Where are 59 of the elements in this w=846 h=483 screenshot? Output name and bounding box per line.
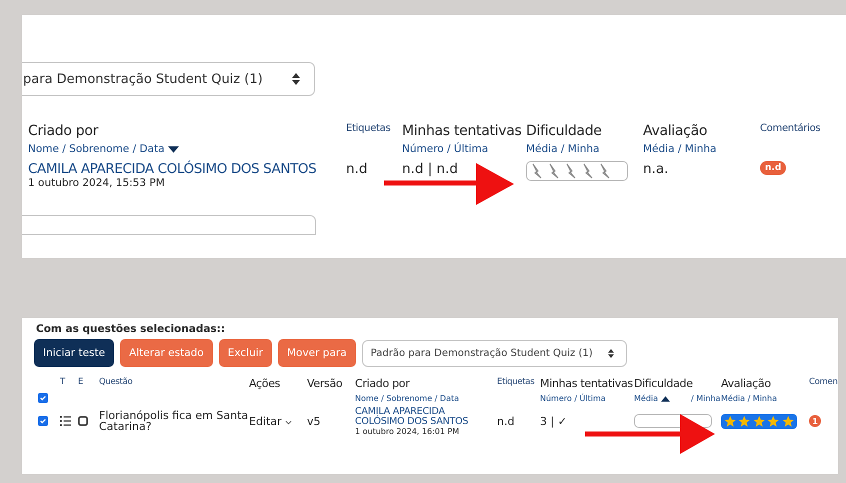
version-value: v5 [307,416,322,428]
column-subheader[interactable]: Nome / Sobrenome / Data [28,143,346,155]
column-header[interactable]: Ações [249,377,307,390]
column-header[interactable]: E [78,377,99,387]
column-header[interactable]: Questão [99,377,249,387]
attempts-value: n.d | n.d [402,161,459,177]
select-all-checkbox[interactable] [38,393,48,403]
question-text: Florianópolis fica em Santa Catarina? [99,410,249,434]
creator-name-link[interactable]: CAMILA APARECIDA COLÓSIMO DOS SANTOS [355,407,497,427]
star-icon [752,414,766,428]
column-header[interactable]: Comen [809,377,838,387]
section-heading: Com as questões selecionadas:: [36,323,226,335]
square-icon [78,416,88,426]
created-date: 1 outubro 2024, 15:53 PM [28,177,166,189]
lightning-icon [530,163,544,179]
star-icon [724,414,736,428]
lightning-icon [581,163,595,179]
tags-value: n.d [346,161,368,177]
column-header[interactable]: Etiquetas [497,377,540,387]
lightning-icon [547,163,561,179]
column-subheader[interactable]: Média / Minha [721,394,809,403]
row-checkbox[interactable] [38,416,48,426]
column-header[interactable]: Criado por [28,123,346,139]
column-header[interactable]: Avaliação [643,123,760,139]
updown-icon [292,73,300,85]
lightning-icon [564,163,578,179]
column-subheader[interactable]: Média / Minha [526,143,643,155]
select-field[interactable] [22,215,316,235]
creator-name-link[interactable]: CAMILA APARECIDA COLÓSIMO DOS SANTOS [28,161,346,177]
tags-value: n.d [497,416,516,428]
column-subheader[interactable]: Nome / Sobrenome / Data [355,394,497,403]
star-icon [738,414,751,428]
rating-value: n.a. [643,161,670,177]
column-header[interactable]: Minhas tentativas [540,377,634,390]
column-subheader[interactable]: Número / Última [540,394,634,403]
edit-menu[interactable]: Editar [249,416,307,428]
column-subheader[interactable]: Média / Minha [634,394,721,403]
caret-icon [285,420,292,425]
star-icon [767,414,780,428]
column-header[interactable]: Versão [307,377,355,390]
column-subheader[interactable]: Número / Última [402,143,526,155]
action-button[interactable]: Iniciar teste [34,339,114,367]
column-header[interactable]: Criado por [355,377,497,390]
column-header[interactable]: Avaliação [721,377,809,390]
select-field[interactable]: Padrão para Demonstração Student Quiz (1) [362,340,627,366]
list-icon [60,416,71,426]
select-field[interactable]: para Demonstração Student Quiz (1) [22,62,315,96]
column-header[interactable]: Minhas tentativas [402,123,526,139]
column-header[interactable]: Etiquetas [346,123,402,134]
column-header[interactable]: T [60,377,78,387]
column-header[interactable]: Comentários [760,123,840,134]
column-subheader[interactable]: Média / Minha [643,143,760,155]
created-date: 1 outubro 2024, 16:01 PM [355,426,460,436]
column-header[interactable]: Dificuldade [634,377,721,390]
attempts-value: 3 | ✓ [540,416,568,428]
column-header[interactable]: Dificuldade [526,123,643,139]
star-icon [782,414,794,428]
updown-icon [608,348,614,358]
lightning-icon [598,163,612,179]
